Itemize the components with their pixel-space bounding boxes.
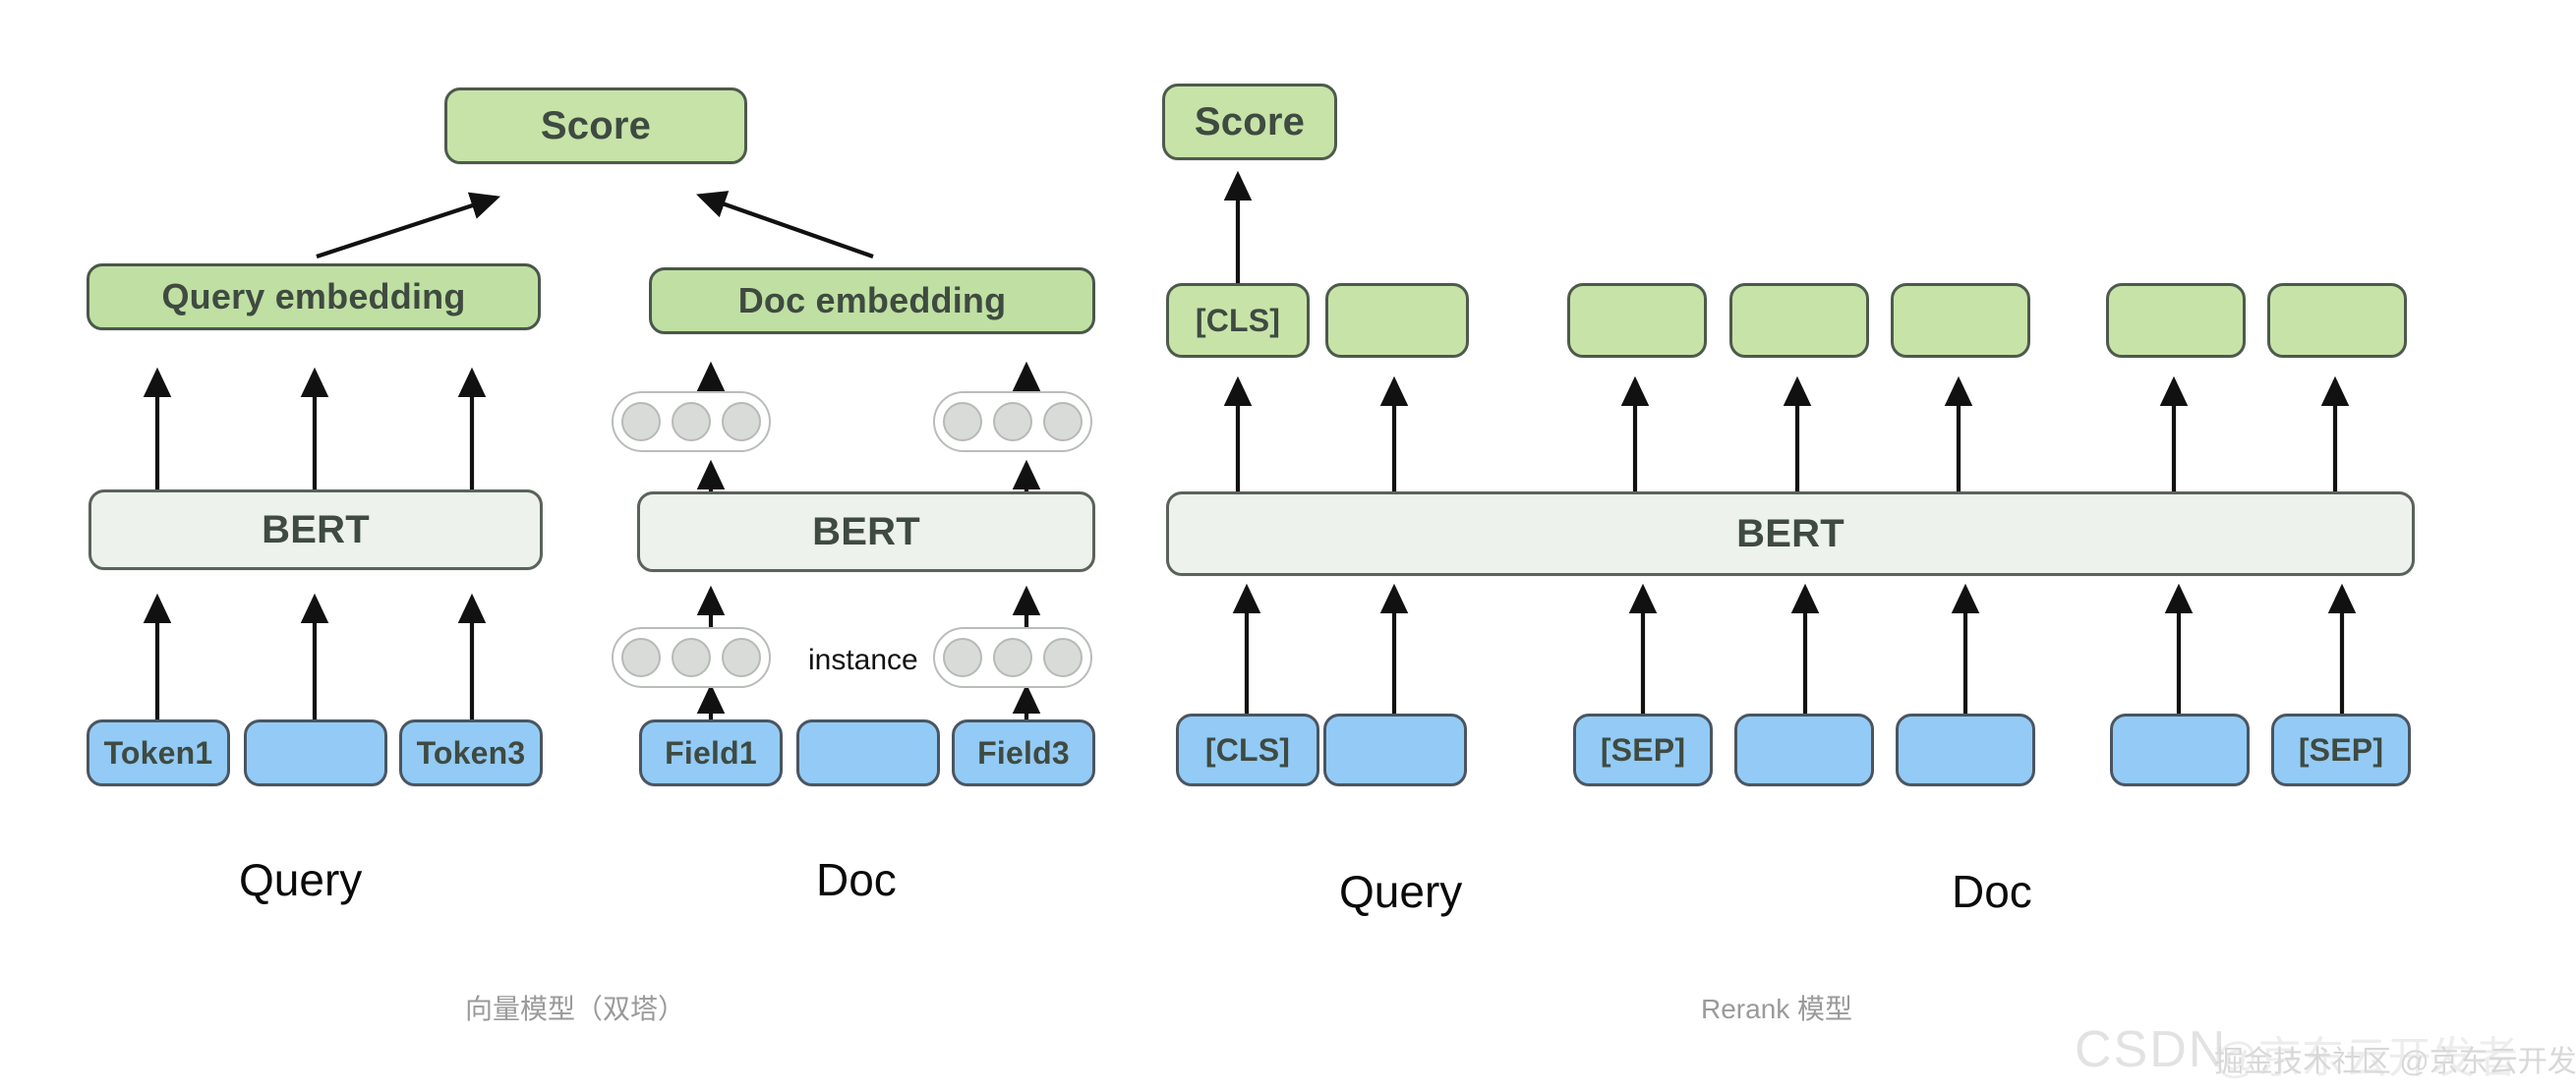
section-label-query-right: Query: [1339, 866, 1463, 917]
rerank-output-box-6[interactable]: [2106, 283, 2246, 358]
dot-icon: [943, 402, 982, 441]
rerank-output-box-2[interactable]: [1325, 283, 1469, 358]
dot-icon: [1043, 638, 1083, 677]
rerank-output-box-5[interactable]: [1891, 283, 2030, 358]
dot-icon: [722, 638, 761, 677]
dot-icon: [672, 638, 711, 677]
dot-icon: [993, 402, 1032, 441]
caption-right: Rerank 模型: [1701, 994, 1853, 1024]
dot-icon: [672, 402, 711, 441]
rerank-input-box-2[interactable]: [1323, 714, 1467, 786]
rerank-output-box-4[interactable]: [1729, 283, 1869, 358]
arrow-query-embedding-to-score: [316, 192, 500, 258]
dot-icon: [993, 638, 1032, 677]
doc-field-box-3[interactable]: Field3: [952, 719, 1095, 786]
doc-field-box-1[interactable]: Field1: [639, 719, 783, 786]
query-token-box-2[interactable]: [244, 719, 387, 786]
rerank-input-box-7[interactable]: [SEP]: [2271, 714, 2411, 786]
score-box-right[interactable]: Score: [1162, 84, 1337, 160]
doc-instance-pill-right: [933, 627, 1092, 688]
section-label-doc-right: Doc: [1952, 866, 2032, 917]
doc-field-box-2[interactable]: [796, 719, 940, 786]
query-token-box-3[interactable]: Token3: [399, 719, 543, 786]
dot-icon: [1043, 402, 1083, 441]
score-box-left[interactable]: Score: [444, 87, 747, 164]
doc-output-pill-right: [933, 391, 1092, 452]
query-token-box-1[interactable]: Token1: [87, 719, 230, 786]
bert-box-rerank[interactable]: BERT: [1166, 491, 2415, 576]
rerank-input-box-1[interactable]: [CLS]: [1176, 714, 1319, 786]
dot-icon: [621, 402, 661, 441]
bert-box-doc[interactable]: BERT: [637, 491, 1095, 572]
rerank-output-box-3[interactable]: [1567, 283, 1707, 358]
rerank-input-box-6[interactable]: [2110, 714, 2250, 786]
doc-embedding-box[interactable]: Doc embedding: [649, 267, 1095, 334]
bert-box-query[interactable]: BERT: [88, 489, 543, 570]
rerank-output-box-7[interactable]: [2267, 283, 2407, 358]
doc-output-pill-left: [612, 391, 771, 452]
dot-icon: [943, 638, 982, 677]
watermark-juejin: 掘金技术社区 @京东云开发者: [2214, 1046, 2576, 1078]
arrow-doc-embedding-to-score: [696, 191, 874, 258]
rerank-output-box-1[interactable]: [CLS]: [1166, 283, 1310, 358]
dot-icon: [621, 638, 661, 677]
diagram-canvas: Score Query embedding Doc embedding BERT…: [0, 0, 2576, 1091]
rerank-input-box-5[interactable]: [1896, 714, 2035, 786]
rerank-input-box-3[interactable]: [SEP]: [1573, 714, 1713, 786]
instance-label: instance: [808, 644, 918, 676]
watermark-csdn: CSDN: [2075, 1021, 2228, 1078]
rerank-input-box-4[interactable]: [1734, 714, 1874, 786]
section-label-doc-left: Doc: [816, 854, 897, 905]
dot-icon: [722, 402, 761, 441]
query-embedding-box[interactable]: Query embedding: [87, 263, 541, 330]
section-label-query-left: Query: [239, 854, 363, 905]
doc-instance-pill-left: [612, 627, 771, 688]
caption-left: 向量模型（双塔）: [465, 994, 686, 1024]
